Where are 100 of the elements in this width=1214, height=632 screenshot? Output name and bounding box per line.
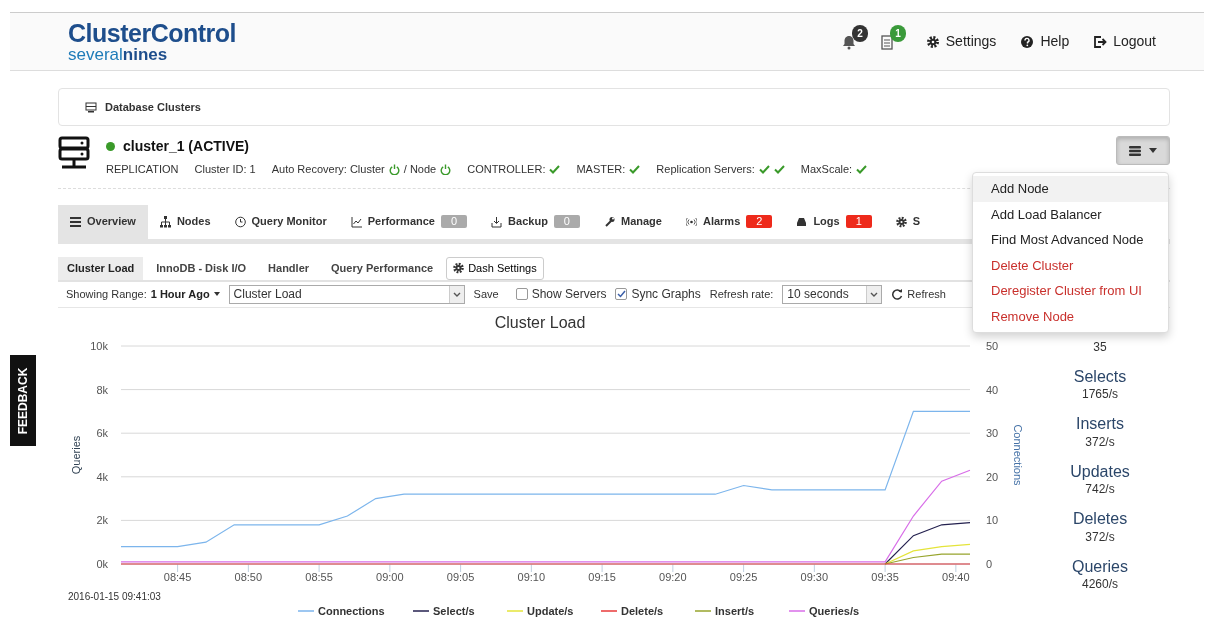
timestamp: 2016-01-15 09:41:03: [68, 590, 161, 602]
range-label: Showing Range:: [66, 286, 147, 302]
sub-tab[interactable]: InnoDB - Disk I/O: [147, 257, 256, 280]
refresh-rate-label: Refresh rate:: [709, 286, 774, 302]
gear-icon: [925, 34, 940, 49]
header-link[interactable]: Help: [1020, 31, 1070, 52]
hierarchy-icon: [159, 215, 171, 228]
checkbox-label: Sync Graphs: [631, 286, 701, 303]
refresh-button[interactable]: Refresh: [891, 285, 946, 303]
nav-tab[interactable]: Manage: [592, 204, 674, 239]
nav-tab[interactable]: Logs 1: [784, 204, 884, 239]
menu-item[interactable]: Remove Node: [973, 303, 1168, 329]
legend-label: Connections: [318, 604, 385, 617]
nav-tab[interactable]: S: [883, 204, 933, 239]
stat-value: 742/s: [1084, 481, 1116, 499]
axis-tick-label: 0k: [96, 557, 108, 570]
nav-tab[interactable]: Overview: [58, 204, 148, 239]
info-label: MASTER:: [576, 162, 626, 177]
info-label: CONTROLLER:: [467, 162, 546, 177]
axis-tick-label: 4k: [96, 470, 108, 483]
dash-settings-button[interactable]: Dash Settings: [446, 257, 544, 280]
axis-tick-label: 09:20: [659, 570, 687, 583]
range-dropdown[interactable]: 1 Hour Ago: [150, 285, 220, 303]
axis-tick-label: 6k: [96, 426, 108, 439]
tray-icon: [796, 215, 808, 228]
sub-tab[interactable]: Query Performance: [322, 257, 443, 280]
refresh-rate-select[interactable]: 10 seconds: [782, 284, 883, 304]
checkbox-label: Show Servers: [531, 286, 607, 303]
legend-item[interactable]: Queries/s: [788, 604, 860, 617]
menu-item[interactable]: Add Load Balancer: [973, 201, 1168, 227]
stat-value: 372/s: [1084, 528, 1116, 546]
stat-label: Queries: [1071, 557, 1129, 576]
count-badge: 1: [845, 215, 872, 228]
broadcast-icon: [685, 215, 697, 228]
logout-icon: [1093, 34, 1108, 49]
stat-label: Selects: [1072, 367, 1128, 386]
axis-tick-label: 09:10: [517, 570, 546, 583]
axis-tick-label: 20: [986, 470, 999, 483]
axis-tick-label: 09:15: [588, 570, 616, 583]
menu-item[interactable]: Add Node: [973, 176, 1168, 202]
legend-item[interactable]: Update/s: [506, 604, 574, 617]
notification-count: 1: [890, 24, 906, 42]
save-link[interactable]: Save: [473, 285, 499, 303]
checkbox[interactable]: [615, 288, 628, 300]
sub-tab[interactable]: Cluster Load: [58, 257, 144, 280]
stat-value: 372/s: [1084, 433, 1116, 451]
dashboard-select[interactable]: Cluster Load: [228, 284, 465, 304]
legend-label: Queries/s: [809, 604, 860, 617]
info-text: Auto Recovery: Cluster: [271, 162, 385, 177]
stat-value: 4260/s: [1081, 576, 1119, 594]
axis-tick-label: 30: [986, 426, 999, 439]
logo-title: ClusterControl: [68, 20, 236, 46]
menu-item[interactable]: Deregister Cluster from UI: [973, 278, 1168, 304]
chart-title: Cluster Load: [494, 313, 586, 331]
info-label: Replication Servers:: [656, 162, 755, 177]
nav-tab[interactable]: Nodes: [147, 204, 223, 239]
header-link[interactable]: Settings: [925, 31, 997, 52]
menu-item[interactable]: Delete Cluster: [973, 252, 1168, 278]
legend-item[interactable]: Insert/s: [694, 604, 755, 617]
stat-label: Inserts: [1075, 415, 1125, 433]
logo-subtitle: severalnines: [68, 45, 169, 63]
axis-tick-label: 50: [986, 339, 999, 352]
nav-tab[interactable]: Alarms 2: [673, 204, 785, 239]
axis-tick-label: 09:35: [871, 570, 899, 583]
header-link[interactable]: Logout: [1093, 31, 1156, 52]
nav-tab[interactable]: Performance 0: [338, 204, 480, 239]
axis-tick-label: 09:25: [729, 570, 758, 583]
legend-item[interactable]: Connections: [297, 604, 385, 617]
bell-icon: [841, 34, 856, 50]
caret-icon: [213, 292, 220, 296]
legend-item[interactable]: Select/s: [412, 604, 475, 617]
legend-item[interactable]: Delete/s: [600, 604, 664, 617]
stat-label: Deletes: [1071, 510, 1129, 528]
info-text: REPLICATION: [106, 162, 179, 177]
menu-item[interactable]: Find Most Advanced Node: [973, 227, 1168, 253]
feedback-tab[interactable]: FEEDBACK: [10, 355, 36, 446]
axis-tick-label: 08:45: [163, 570, 192, 583]
help-icon: [1020, 34, 1035, 49]
axis-tick-label: 2k: [96, 513, 108, 526]
count-badge: 2: [746, 215, 773, 228]
axis-tick-label: 0: [986, 557, 993, 570]
breadcrumb-link[interactable]: Database Clusters: [105, 98, 201, 116]
gear-icon: [453, 262, 465, 275]
legend-label: Insert/s: [715, 604, 755, 617]
legend-label: Delete/s: [621, 604, 664, 617]
chevron-icon: [452, 291, 461, 297]
caret-icon: [1149, 148, 1157, 153]
info-text: / Node: [403, 162, 437, 177]
axis-title: Connections: [1012, 423, 1024, 486]
cluster-actions-button[interactable]: [1116, 136, 1170, 165]
nav-tab[interactable]: Backup 0: [479, 204, 592, 239]
count-badge: 0: [553, 215, 580, 228]
checkbox[interactable]: [515, 288, 528, 300]
sub-tab[interactable]: Handler: [259, 257, 319, 280]
axis-title: Queries: [70, 435, 82, 474]
info-text: Cluster ID: 1: [194, 162, 256, 177]
axis-tick-label: 8k: [96, 383, 108, 396]
nav-tab[interactable]: Query Monitor: [222, 204, 339, 239]
clock-icon: [234, 215, 246, 228]
count-badge: 0: [441, 215, 468, 228]
